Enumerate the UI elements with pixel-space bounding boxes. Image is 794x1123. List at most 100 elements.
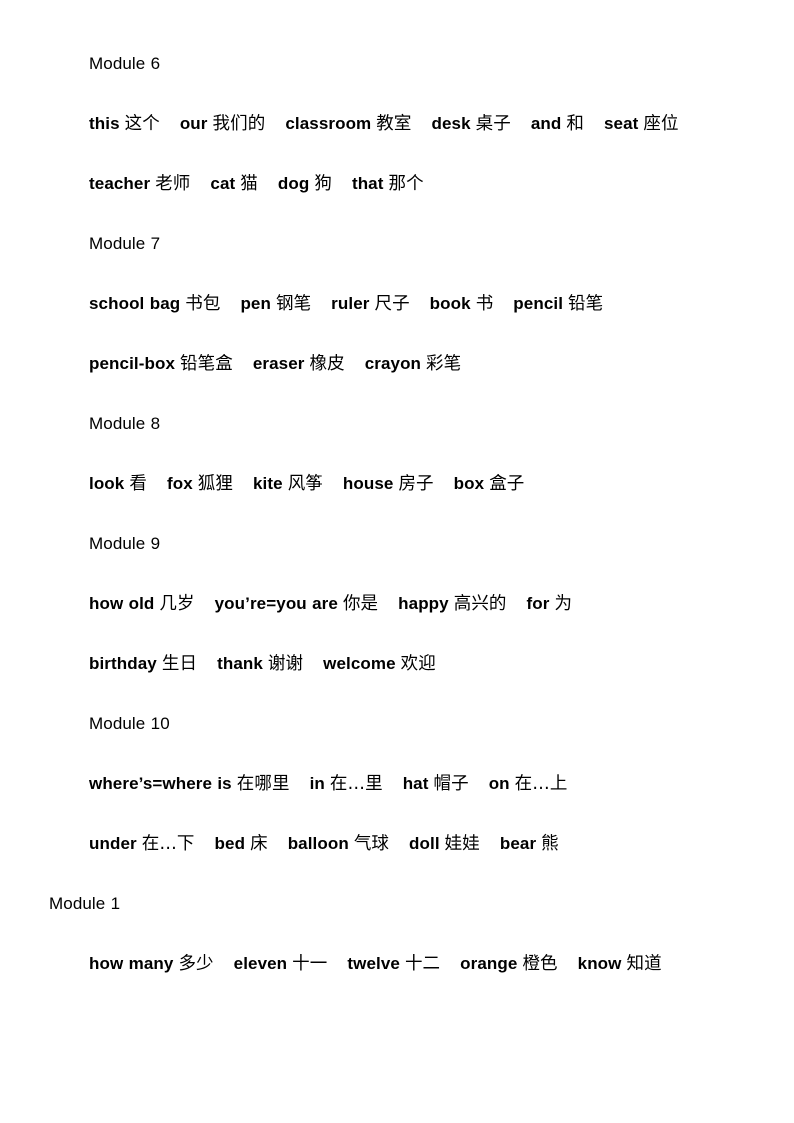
english-word: on — [488, 774, 510, 793]
english-word: eleven — [233, 954, 288, 973]
vocabulary-entry: where’s=where is 在哪里 — [89, 774, 290, 794]
vocabulary-entry: and 和 — [530, 114, 584, 134]
vocabulary-entry: ruler 尺子 — [331, 294, 410, 314]
vocabulary-entry: desk 桌子 — [431, 114, 510, 134]
vocabulary-entry: cat 猫 — [210, 174, 258, 194]
vocabulary-entry: fox 狐狸 — [167, 474, 233, 494]
vocabulary-entry: how old 几岁 — [89, 594, 195, 614]
english-word: look — [89, 474, 125, 493]
english-word: where’s=where is — [89, 774, 232, 793]
chinese-gloss: 猫 — [240, 174, 258, 194]
document-body: Module 6 this 这个 our 我们的 classroom 教室 desk 桌子 and… — [49, 34, 745, 994]
vocabulary-entry: doll 娃娃 — [409, 834, 480, 854]
chinese-gloss: 风筝 — [287, 474, 323, 494]
chinese-gloss: 十二 — [404, 954, 441, 974]
vocabulary-entry: eraser 橡皮 — [253, 354, 345, 374]
english-word: for — [526, 594, 550, 613]
module-heading-label: Module 6 — [89, 54, 161, 73]
module-heading-label: Module 9 — [89, 534, 161, 553]
vocabulary-line: this 这个 our 我们的 classroom 教室 desk 桌子 and 和 seat 座位 — [49, 94, 745, 154]
chinese-gloss: 橡皮 — [309, 354, 345, 374]
vocabulary-line: where’s=where is 在哪里 in 在…里 hat 帽子 on 在…上 — [49, 754, 745, 814]
module-heading: Module 7 — [49, 214, 745, 274]
vocabulary-entry: book 书 — [429, 294, 494, 314]
chinese-gloss: 在…里 — [329, 774, 383, 794]
vocabulary-line: pencil-box 铅笔盒 eraser 橡皮 crayon 彩笔 — [49, 334, 745, 394]
vocabulary-entry: twelve 十二 — [347, 954, 441, 974]
english-word: orange — [460, 954, 518, 973]
english-word: hat — [402, 774, 429, 793]
chinese-gloss: 高兴的 — [453, 594, 507, 614]
chinese-gloss: 在…下 — [141, 834, 195, 854]
english-word: teacher — [89, 174, 151, 193]
english-word: book — [429, 294, 471, 313]
chinese-gloss: 老师 — [155, 174, 191, 194]
vocabulary-entry: crayon 彩笔 — [364, 354, 462, 374]
vocabulary-entry: box 盒子 — [453, 474, 525, 494]
vocabulary-entry: this 这个 — [89, 114, 160, 134]
chinese-gloss: 谢谢 — [267, 654, 304, 674]
english-word: bear — [499, 834, 537, 853]
chinese-gloss: 在…上 — [514, 774, 568, 794]
english-word: crayon — [364, 354, 422, 373]
module-heading-label: Module 8 — [89, 414, 161, 433]
vocabulary-entry: welcome 欢迎 — [323, 654, 436, 674]
chinese-gloss: 熊 — [541, 834, 559, 854]
english-word: desk — [431, 114, 471, 133]
vocabulary-entry: kite 风筝 — [253, 474, 323, 494]
english-word: and — [530, 114, 562, 133]
vocabulary-entry: our 我们的 — [179, 114, 266, 134]
english-word: know — [577, 954, 622, 973]
english-word: seat — [603, 114, 639, 133]
vocabulary-entry: seat 座位 — [603, 114, 679, 134]
vocabulary-entry: look 看 — [89, 474, 147, 494]
english-word: pencil — [513, 294, 564, 313]
chinese-gloss: 书 — [475, 294, 494, 314]
chinese-gloss: 生日 — [161, 654, 198, 674]
module-heading: Module 6 — [49, 34, 745, 94]
document-page: Module 6 this 这个 our 我们的 classroom 教室 desk 桌子 and… — [0, 0, 794, 1123]
chinese-gloss: 知道 — [626, 954, 662, 974]
chinese-gloss: 十一 — [292, 954, 328, 974]
english-word: balloon — [287, 834, 349, 853]
english-word: box — [453, 474, 485, 493]
vocabulary-entry: dog 狗 — [278, 174, 332, 194]
chinese-gloss: 盒子 — [489, 474, 525, 494]
vocabulary-entry: that 那个 — [352, 174, 424, 194]
chinese-gloss: 床 — [250, 834, 268, 854]
vocabulary-entry: for 为 — [526, 594, 573, 614]
chinese-gloss: 尺子 — [374, 294, 410, 314]
vocabulary-entry: bed 床 — [214, 834, 268, 854]
chinese-gloss: 狐狸 — [197, 474, 233, 494]
vocabulary-entry: teacher 老师 — [89, 174, 191, 194]
english-word: pencil-box — [89, 354, 176, 373]
chinese-gloss: 教室 — [376, 114, 412, 134]
module-heading-label: Module 1 — [49, 894, 121, 913]
english-word: how many — [89, 954, 174, 973]
vocabulary-line: how many 多少 eleven 十一 twelve 十二 orange 橙色 know 知道 — [49, 934, 745, 994]
vocabulary-line: look 看 fox 狐狸 kite 风筝 house 房子 box 盒子 — [49, 454, 745, 514]
english-word: in — [309, 774, 325, 793]
chinese-gloss: 看 — [129, 474, 147, 494]
vocabulary-line: school bag 书包 pen 钢笔 ruler 尺子 book 书 pencil 铅笔 — [49, 274, 745, 334]
english-word: thank — [217, 654, 263, 673]
chinese-gloss: 气球 — [353, 834, 390, 854]
english-word: birthday — [89, 654, 157, 673]
chinese-gloss: 几岁 — [159, 594, 195, 614]
vocabulary-entry: know 知道 — [577, 954, 662, 974]
vocabulary-entry: in 在…里 — [309, 774, 383, 794]
vocabulary-entry: happy 高兴的 — [398, 594, 507, 614]
english-word: bed — [214, 834, 246, 853]
chinese-gloss: 书包 — [185, 294, 221, 314]
vocabulary-entry: hat 帽子 — [402, 774, 469, 794]
english-word: our — [179, 114, 208, 133]
english-word: pen — [240, 294, 271, 313]
vocabulary-entry: you’re=you are 你是 — [215, 594, 379, 614]
module-heading-label: Module 7 — [89, 234, 161, 253]
vocabulary-entry: pencil-box 铅笔盒 — [89, 354, 233, 374]
chinese-gloss: 彩笔 — [426, 354, 462, 374]
vocabulary-line: teacher 老师 cat 猫 dog 狗 that 那个 — [49, 154, 745, 214]
chinese-gloss: 在哪里 — [236, 774, 290, 794]
vocabulary-entry: orange 橙色 — [460, 954, 557, 974]
vocabulary-entry: school bag 书包 — [89, 294, 221, 314]
